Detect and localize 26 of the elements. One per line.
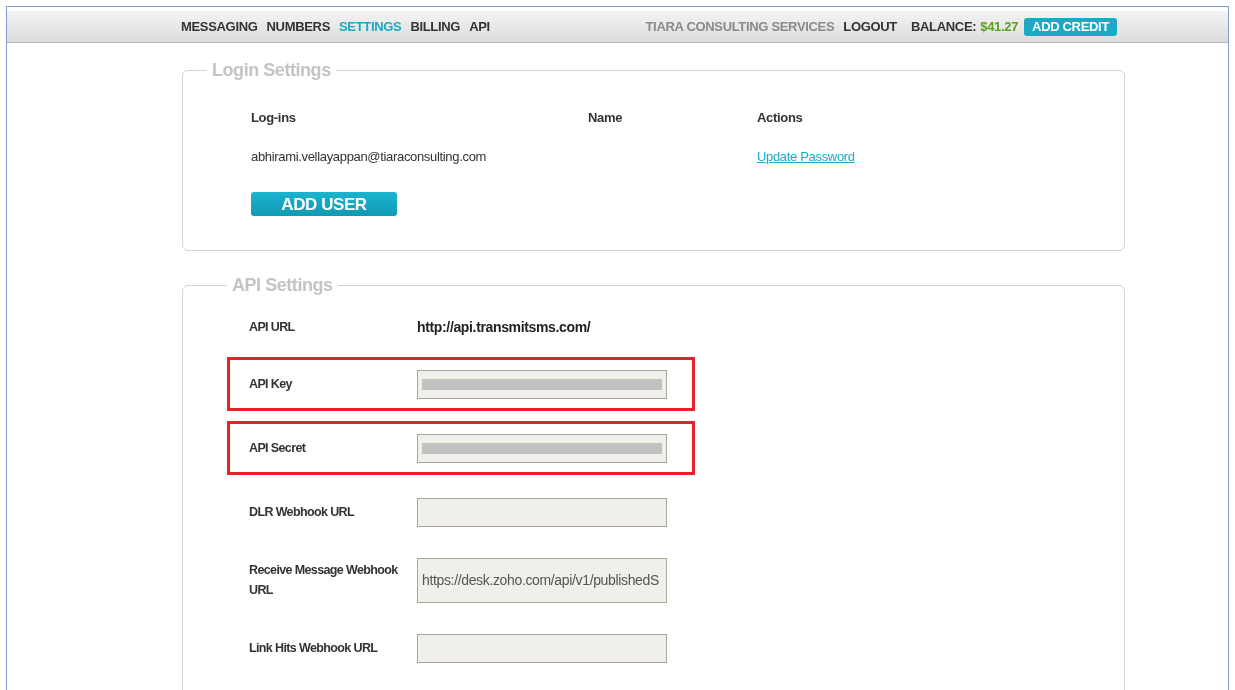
api-url: http://api.transmitsms.com/ xyxy=(417,317,591,337)
text-field[interactable] xyxy=(417,369,667,399)
column-header: Name xyxy=(588,109,624,127)
text-field[interactable] xyxy=(417,633,667,663)
section-title: API Settings xyxy=(231,274,334,297)
nav-tab[interactable]: MESSAGING xyxy=(181,16,258,37)
nav-tab[interactable]: NUMBERS xyxy=(266,16,330,37)
field-label: API URL xyxy=(249,319,296,336)
balance-amount: $41.27 xyxy=(980,17,1019,36)
logout-link[interactable]: LOGOUT xyxy=(843,16,897,37)
login-email: abhirami.vellayappan@tiaraconsulting.com xyxy=(251,147,488,166)
field-label: Receive Message Webhook URL xyxy=(249,562,399,599)
field-label: API Key xyxy=(249,376,294,393)
text-field[interactable]: https://desk.zoho.com/api/v1/publishedS xyxy=(417,557,667,603)
account-name: TIARA CONSULTING SERVICES xyxy=(645,17,835,36)
nav-tab[interactable]: BILLING xyxy=(410,16,461,37)
text-field[interactable] xyxy=(417,497,667,527)
field-label: DLR Webhook URL xyxy=(249,504,356,521)
field-label: API Secret xyxy=(249,440,307,457)
text-field[interactable] xyxy=(417,433,667,463)
nav-tab[interactable]: API xyxy=(469,16,490,37)
field-label: Link Hits Webhook URL xyxy=(249,640,379,657)
column-header: Log-ins xyxy=(251,109,297,127)
section-title: Login Settings xyxy=(211,59,332,82)
column-header: Actions xyxy=(757,109,804,127)
balance-label: BALANCE: xyxy=(910,17,977,36)
